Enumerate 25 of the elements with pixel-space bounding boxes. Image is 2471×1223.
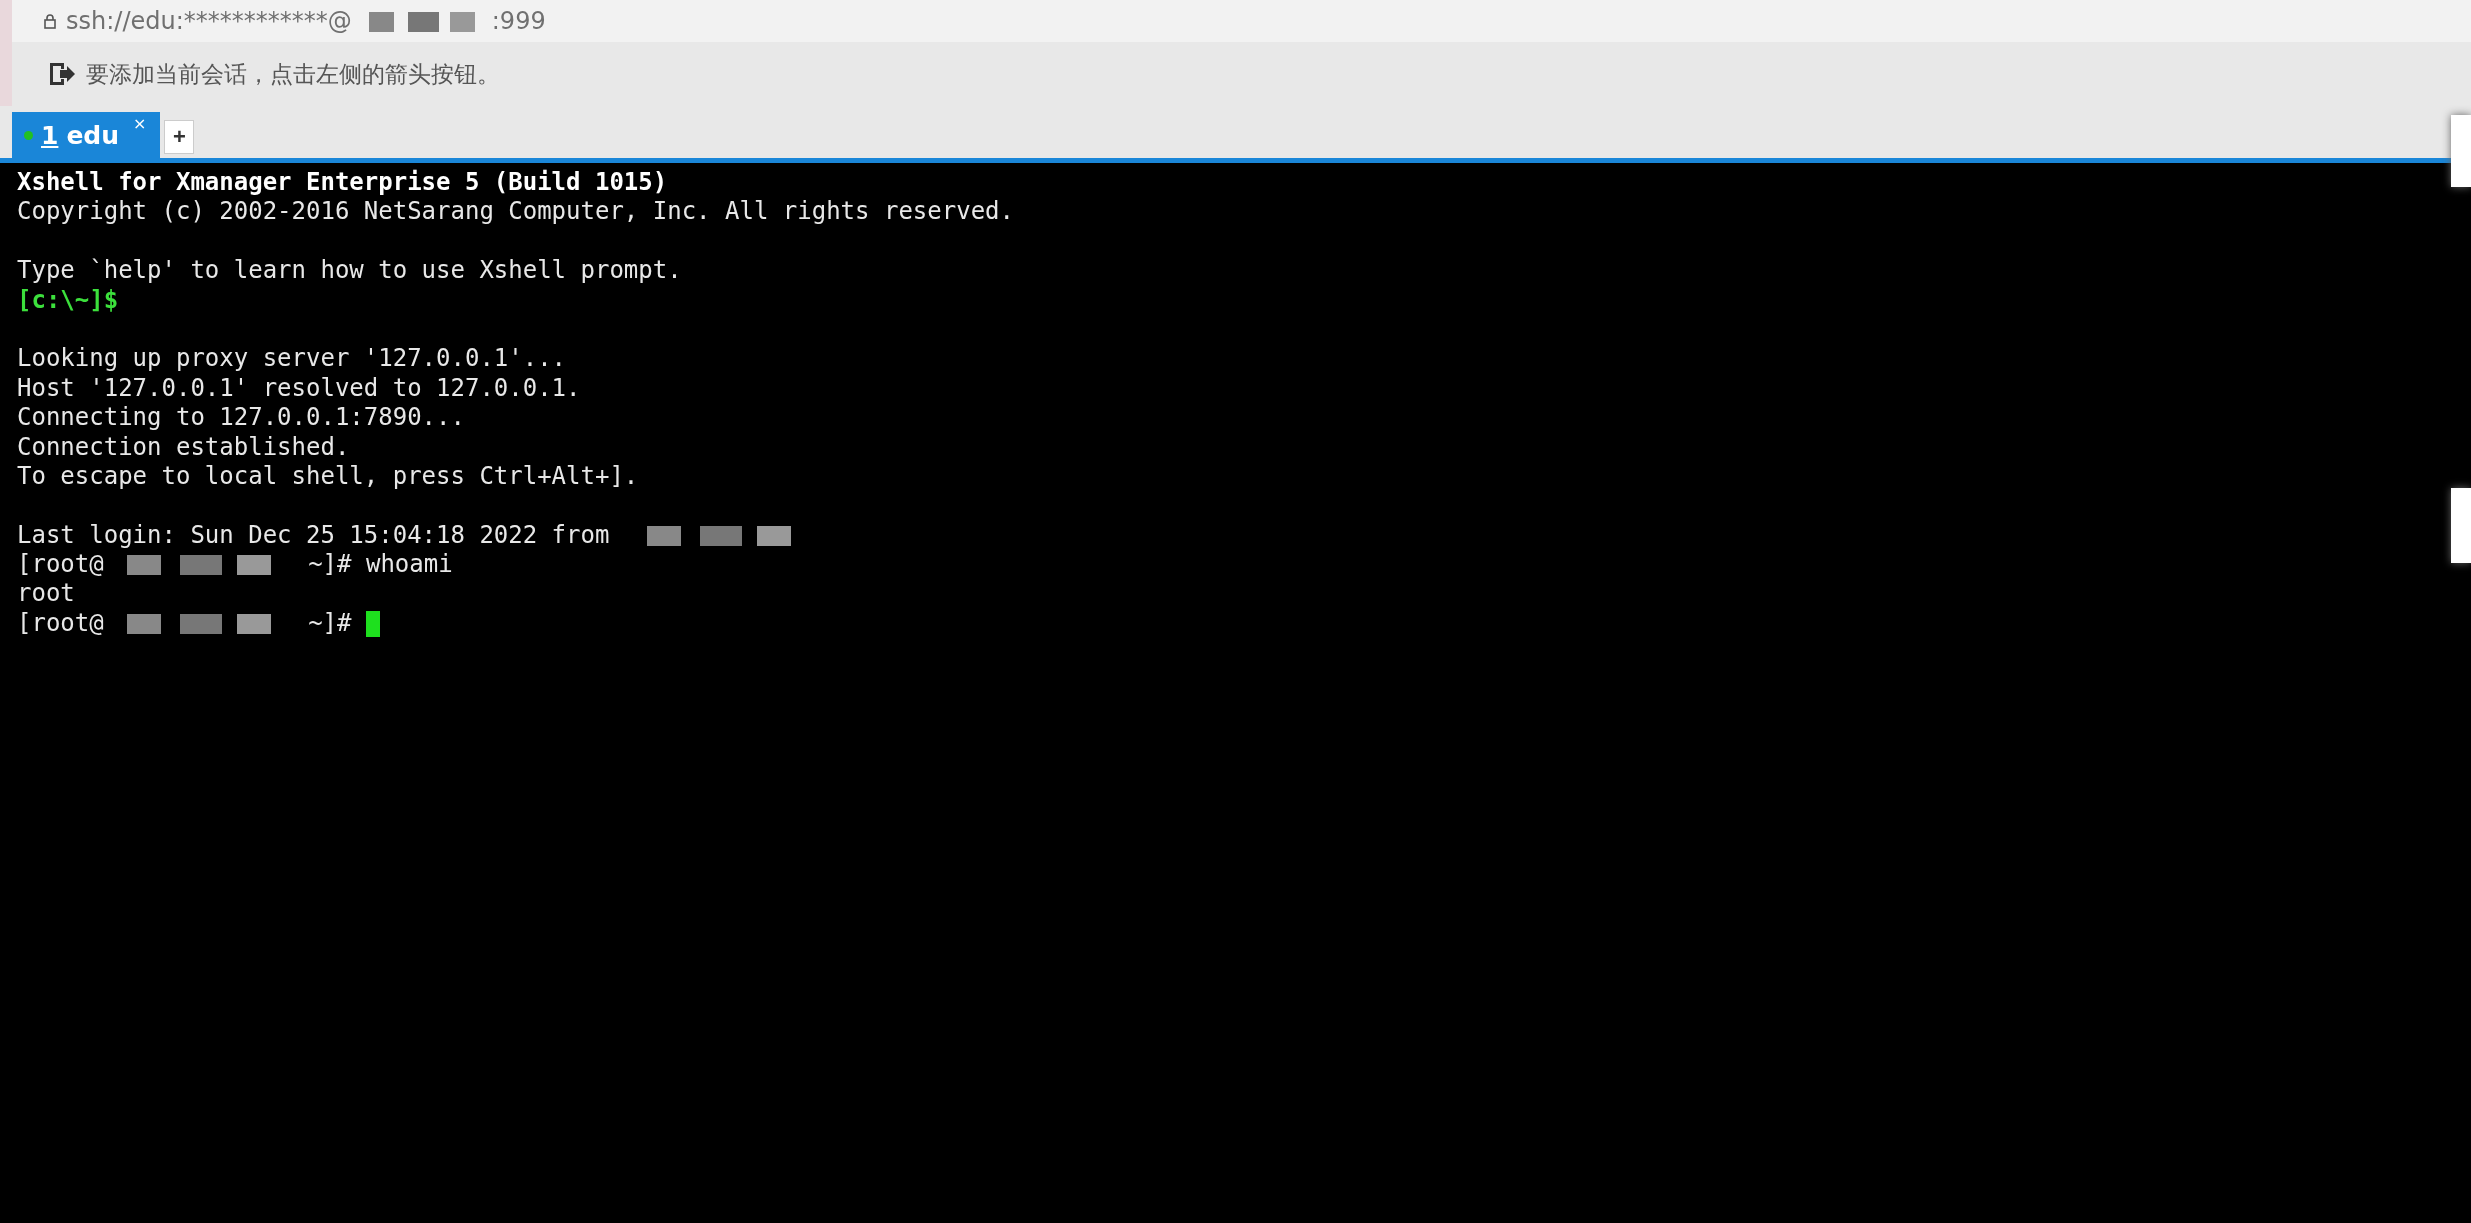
terminal-text: To escape to local shell, press Ctrl+Alt+]. — [17, 461, 639, 490]
session-hint: 要添加当前会话，点击左侧的箭头按钮。 — [86, 59, 500, 89]
close-icon[interactable]: × — [133, 114, 147, 133]
arrow-icon[interactable] — [48, 61, 76, 87]
terminal-text: Connecting to 127.0.0.1:7890... — [17, 403, 465, 432]
terminal-text: ~]# whoami — [307, 550, 453, 579]
address-field[interactable]: ssh://edu:************@ :999 — [66, 7, 546, 35]
terminal-text: Looking up proxy server '127.0.0.1'... — [17, 344, 567, 373]
terminal-text: root — [17, 579, 75, 608]
terminal-text: [root@ — [17, 550, 104, 579]
terminal-text: Copyright (c) 2002-2016 NetSarang Computer, Inc. All rights reserved. — [17, 197, 1014, 226]
session-tab[interactable]: 1 edu × — [12, 112, 161, 158]
terminal-text: Type `help' to learn how to use Xshell prompt. — [17, 256, 682, 285]
terminal-text: Last login: Sun Dec 25 15:04:18 2022 from — [17, 520, 611, 549]
terminal-text: Host '127.0.0.1' resolved to 127.0.0.1. — [17, 373, 581, 402]
shell-prompt: [c:\~]$ — [17, 285, 119, 314]
terminal-text: Connection established. — [17, 432, 350, 461]
new-tab-button[interactable]: + — [164, 120, 195, 154]
terminal-text: [root@ — [17, 608, 104, 637]
text-cursor — [365, 610, 380, 637]
side-panel-tab[interactable] — [2451, 115, 2471, 187]
side-panel-tab[interactable] — [2451, 488, 2471, 563]
terminal-text: ~]# — [307, 608, 353, 637]
terminal-text: Xshell for Xmanager Enterprise 5 (Build 1015) — [17, 168, 668, 196]
lock-icon — [44, 13, 56, 29]
